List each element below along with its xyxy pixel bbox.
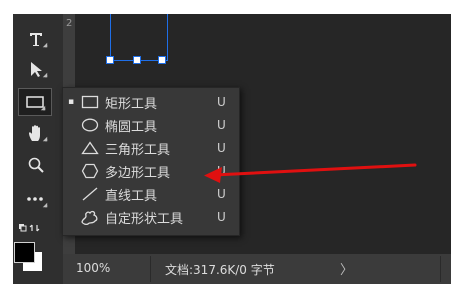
default-colors-swap[interactable]	[15, 218, 45, 238]
shape-tool[interactable]	[18, 88, 52, 116]
menu-item-label: 三角形工具	[105, 142, 171, 158]
shape-path-outline[interactable]	[110, 14, 168, 61]
menu-item-label: 多边形工具	[105, 165, 171, 181]
path-anchor-handle[interactable]	[133, 56, 141, 64]
menu-item-rectangle-tool[interactable]: ▪ 矩形工具 U	[63, 91, 239, 113]
selected-marker: ▪	[67, 97, 75, 107]
custom-shape-icon	[81, 210, 98, 225]
shortcut-key: U	[217, 95, 226, 109]
zoom-level[interactable]: 100%	[76, 261, 110, 275]
document-info: 文档:317.6K/0 字节	[165, 263, 275, 277]
menu-item-line-tool[interactable]: 直线工具 U	[63, 183, 239, 205]
ellipse-icon	[81, 118, 99, 132]
line-icon	[82, 187, 98, 201]
status-menu-chevron-icon[interactable]: 〉	[340, 259, 353, 278]
shortcut-key: U	[217, 141, 226, 155]
menu-item-label: 直线工具	[105, 188, 158, 204]
status-divider	[440, 256, 441, 282]
zoom-tool[interactable]	[19, 152, 53, 178]
menu-item-polygon-tool[interactable]: 多边形工具 U	[63, 160, 239, 182]
magnifier-icon	[28, 157, 44, 173]
hand-tool[interactable]	[19, 120, 53, 146]
menu-item-label: 椭圆工具	[105, 119, 158, 135]
swap-colors-icon	[19, 224, 40, 232]
path-anchor-handle[interactable]	[158, 56, 166, 64]
ruler-tick-label: 2	[66, 18, 73, 29]
menu-item-ellipse-tool[interactable]: 椭圆工具 U	[63, 114, 239, 136]
ellipsis-icon	[27, 197, 43, 201]
menu-item-label: 自定形状工具	[105, 211, 184, 227]
menu-item-custom-shape-tool[interactable]: 自定形状工具 U	[63, 206, 239, 228]
path-anchor-handle[interactable]	[106, 56, 114, 64]
path-selection-tool[interactable]	[19, 56, 53, 82]
shortcut-key: U	[217, 210, 226, 224]
shape-tool-flyout-menu: ▪ 矩形工具 U 椭圆工具 U 三角形工具 U 多边形工具 U 直线工具 U 自…	[62, 87, 240, 236]
rectangle-icon	[81, 95, 99, 109]
foreground-color-swatch[interactable]	[14, 242, 35, 263]
shortcut-key: U	[217, 187, 226, 201]
menu-item-triangle-tool[interactable]: 三角形工具 U	[63, 137, 239, 159]
polygon-icon	[81, 163, 99, 179]
shortcut-key: U	[217, 118, 226, 132]
more-tools[interactable]	[19, 186, 53, 212]
photoshop-screenshot: 2 ▪ 矩形工具 U 椭圆工具 U 三角形工具 U 多边形工具 U 直线工具 U…	[0, 0, 451, 284]
menu-item-label: 矩形工具	[105, 96, 158, 112]
shortcut-key: U	[217, 164, 226, 178]
type-tool[interactable]	[19, 26, 53, 52]
triangle-icon	[81, 141, 99, 155]
status-divider	[150, 256, 151, 282]
